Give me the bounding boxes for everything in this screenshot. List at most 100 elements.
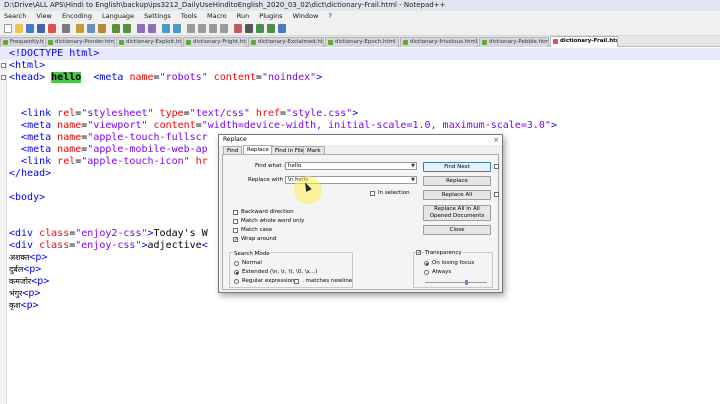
code-line[interactable]: भंगुर<p>: [9, 288, 40, 300]
whole-word-checkbox[interactable]: [233, 219, 238, 224]
replace-all-opened-button[interactable]: Replace All in All Opened Documents: [423, 205, 491, 221]
menu-settings[interactable]: Settings: [140, 11, 175, 21]
paste-icon[interactable]: [98, 24, 106, 33]
transparency-slider[interactable]: [465, 280, 468, 285]
code-line[interactable]: <div class="enjoy-css">adjective<: [9, 240, 208, 252]
tab-epoch[interactable]: dictionary-Epoch.html: [325, 37, 399, 47]
transparency-checkbox[interactable]: ✓: [416, 250, 421, 256]
replace-button[interactable]: Replace: [423, 176, 491, 186]
tab-frivolous[interactable]: dictionary-frivolous.html: [400, 37, 478, 47]
tab-frail[interactable]: dictionary-Frail.html: [550, 36, 618, 47]
extended-radio[interactable]: [234, 270, 239, 275]
tab-pebble[interactable]: dictionary-Pebble.html: [479, 37, 549, 47]
wrap-around-checkbox[interactable]: ✓: [233, 237, 238, 243]
tab-frequently[interactable]: Frequently.html: [0, 37, 44, 47]
menu-run[interactable]: Run: [233, 11, 253, 21]
matches-newline-checkbox[interactable]: [294, 279, 299, 284]
close-file-icon[interactable]: [48, 24, 56, 33]
find-next-option-checkbox[interactable]: [494, 164, 499, 169]
menu-help[interactable]: ?: [324, 11, 335, 21]
code-token: "robots": [159, 72, 208, 83]
tab-fright[interactable]: dictionary-Fright.html: [183, 37, 247, 47]
print-icon[interactable]: [62, 24, 70, 33]
word-wrap-icon[interactable]: [198, 24, 206, 33]
code-token: type: [159, 108, 184, 119]
tab-exploit[interactable]: dictionary-Exploit.html: [116, 37, 182, 47]
code-line[interactable]: अशक्त<p>: [9, 252, 47, 264]
tab-ponder[interactable]: dictionary-Ponder.html: [45, 37, 115, 47]
cut-icon[interactable]: [76, 24, 84, 33]
redo-icon[interactable]: [123, 24, 131, 33]
sync-scroll-icon[interactable]: [187, 24, 195, 33]
chevron-down-icon[interactable]: ▼: [411, 163, 415, 169]
code-line[interactable]: <head> hello <meta name="robots" content…: [9, 72, 322, 84]
fold-toggle-icon[interactable]: [1, 75, 6, 80]
code-line[interactable]: <link rel="stylesheet" type="text/css" h…: [9, 108, 358, 120]
code-token: <p>: [31, 276, 50, 287]
code-line[interactable]: <meta name="apple-mobile-web-ap: [9, 144, 208, 156]
code-token: <p>: [22, 288, 41, 299]
find-what-label: Find what :: [255, 163, 286, 169]
find-what-input[interactable]: hello ▼: [285, 162, 417, 170]
replace-panel: Find what : hello ▼ Replace with : \n he…: [222, 154, 499, 290]
find-icon[interactable]: [137, 24, 145, 33]
code-line[interactable]: <body>: [9, 192, 45, 204]
menu-language[interactable]: Language: [98, 11, 138, 21]
code-line[interactable]: <meta name="apple-touch-fullscr: [9, 132, 208, 144]
menu-view[interactable]: View: [32, 11, 55, 21]
code-line[interactable]: <html>: [9, 60, 45, 72]
normal-radio[interactable]: [234, 261, 239, 266]
code-token: कृश: [9, 301, 21, 310]
zoom-out-icon[interactable]: [173, 24, 181, 33]
always-radio[interactable]: [424, 270, 429, 275]
run-macro-multiple-icon[interactable]: [267, 24, 275, 33]
new-file-icon[interactable]: [4, 24, 12, 33]
menu-tools[interactable]: Tools: [177, 11, 201, 21]
play-macro-icon[interactable]: [256, 24, 264, 33]
save-macro-icon[interactable]: [278, 24, 286, 33]
chevron-down-icon[interactable]: ▼: [411, 177, 415, 183]
match-case-checkbox[interactable]: [233, 228, 238, 233]
code-token: "enjoy2-css": [75, 228, 148, 239]
open-folder-icon[interactable]: [15, 24, 23, 33]
record-macro-icon[interactable]: [234, 24, 242, 33]
menu-window[interactable]: Window: [289, 11, 323, 21]
code-line[interactable]: <meta name="viewport" content="width=dev…: [9, 120, 557, 132]
close-icon[interactable]: ×: [493, 136, 499, 144]
code-line[interactable]: <!DOCTYPE html>: [0, 48, 720, 60]
in-selection-checkbox[interactable]: [370, 191, 375, 196]
zoom-in-icon[interactable]: [162, 24, 170, 33]
save-icon[interactable]: [26, 24, 34, 33]
save-all-icon[interactable]: [37, 24, 45, 33]
show-all-chars-icon[interactable]: [209, 24, 217, 33]
menu-plugins[interactable]: Plugins: [255, 11, 286, 21]
code-line[interactable]: कृश<p>: [9, 300, 39, 312]
menu-search[interactable]: Search: [0, 11, 30, 21]
close-button[interactable]: Close: [423, 225, 491, 235]
regex-radio[interactable]: [234, 279, 239, 284]
code-line[interactable]: <div class="enjoy2-css">Today's W: [9, 228, 208, 240]
regex-label: Regular expression: [242, 278, 295, 284]
code-line[interactable]: दुर्बल<p>: [9, 264, 41, 276]
indent-guide-icon[interactable]: [220, 24, 228, 33]
undo-icon[interactable]: [112, 24, 120, 33]
code-token: rel: [57, 108, 76, 119]
replace-icon[interactable]: [148, 24, 156, 33]
fold-toggle-icon[interactable]: [1, 63, 6, 68]
menu-macro[interactable]: Macro: [203, 11, 231, 21]
replace-all-option-checkbox[interactable]: [494, 192, 499, 197]
on-losing-focus-radio[interactable]: [424, 261, 429, 266]
backward-direction-checkbox[interactable]: [233, 210, 238, 215]
toolbar: [0, 21, 720, 36]
code-line[interactable]: </head>: [9, 168, 51, 180]
tab-exclaimed[interactable]: dictionary-Exclaimed.html: [248, 37, 324, 47]
menu-encoding[interactable]: Encoding: [58, 11, 96, 21]
replace-all-button[interactable]: Replace All: [423, 190, 491, 200]
code-line[interactable]: <link rel="apple-touch-icon" hr: [9, 156, 208, 168]
whole-word-label: Match whole word only: [241, 218, 305, 224]
find-next-button[interactable]: Find Next: [423, 162, 491, 172]
code-line[interactable]: कमजोर<p>: [9, 276, 49, 288]
stop-macro-icon[interactable]: [245, 24, 253, 33]
copy-icon[interactable]: [87, 24, 95, 33]
